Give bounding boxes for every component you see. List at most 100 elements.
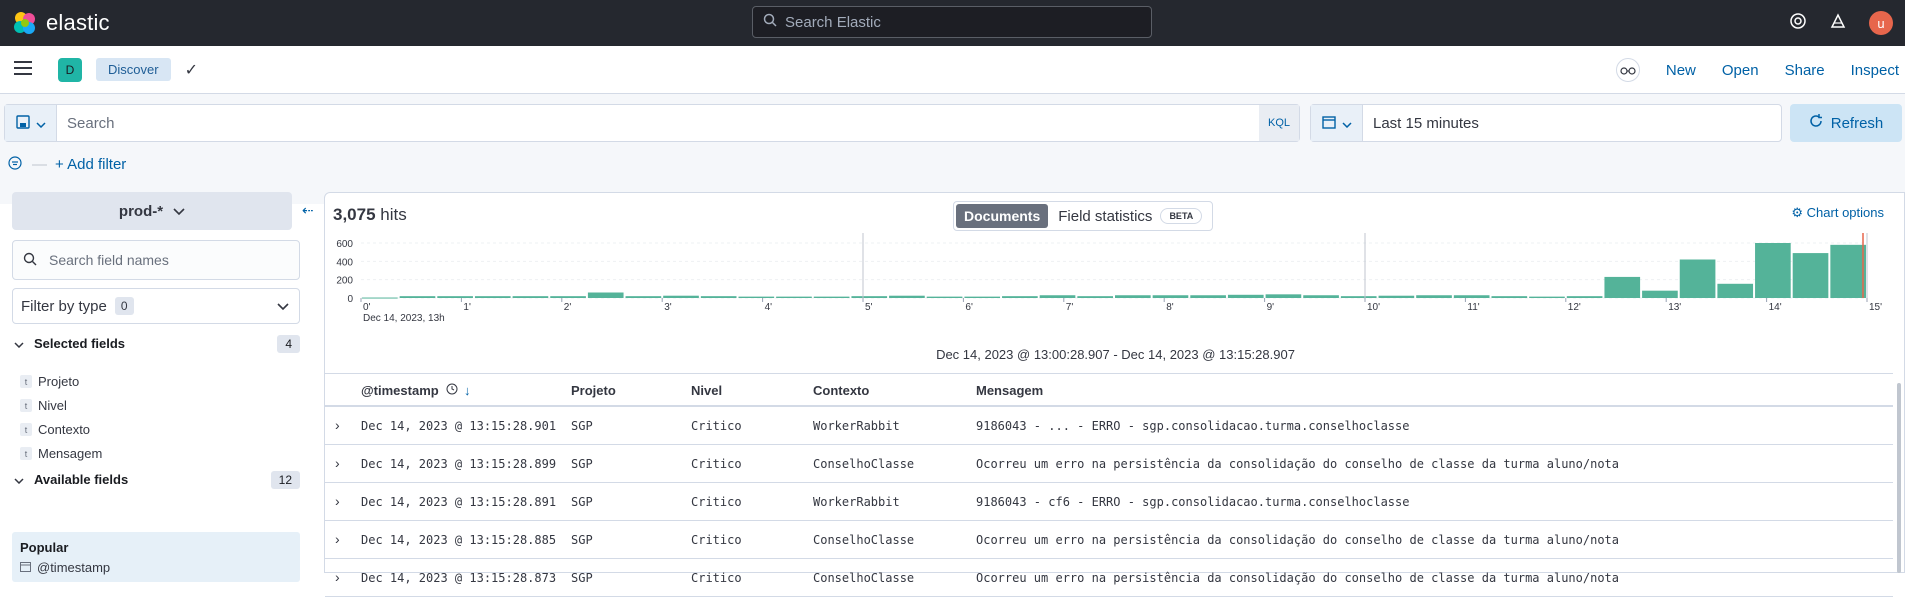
field-search-placeholder: Search field names: [49, 252, 169, 268]
available-fields-count: 12: [270, 470, 300, 489]
calendar-icon: [1321, 115, 1336, 132]
expand-row-icon[interactable]: ›: [335, 531, 340, 547]
column-header-timestamp[interactable]: @timestamp ↓: [361, 383, 470, 398]
save-icon: [15, 114, 30, 132]
cell-mensagem: Ocorreu um erro na persistência da conso…: [976, 533, 1619, 547]
time-range-label[interactable]: Last 15 minutes: [1363, 115, 1479, 132]
refresh-button[interactable]: Refresh: [1790, 104, 1902, 142]
selected-fields-label: Selected fields: [34, 336, 126, 351]
table-row[interactable]: › Dec 14, 2023 @ 13:15:28.901 SGP Critic…: [325, 407, 1893, 445]
field-search-input[interactable]: Search field names: [12, 240, 300, 280]
chevron-down-icon: [35, 115, 46, 131]
query-bar: Search KQL Last 15 minutes Refresh — + A…: [0, 94, 1905, 204]
inspect-link[interactable]: Inspect: [1851, 62, 1899, 79]
x-tick-label: 15': [1869, 302, 1882, 313]
index-pattern-selector[interactable]: prod-*: [12, 192, 292, 230]
x-tick-label: 3': [664, 302, 672, 313]
expand-row-icon[interactable]: ›: [335, 569, 340, 585]
expand-row-icon[interactable]: ›: [335, 417, 340, 433]
histogram-bar: [926, 296, 963, 298]
cell-contexto: ConselhoClasse: [813, 533, 915, 547]
cell-projeto: SGP: [571, 571, 593, 585]
x-tick-label: 8': [1166, 302, 1174, 313]
global-search-input[interactable]: Search Elastic: [752, 6, 1152, 38]
glasses-icon[interactable]: [1615, 58, 1640, 82]
open-link[interactable]: Open: [1722, 62, 1759, 79]
cell-nivel: Critico: [691, 533, 742, 547]
chart-options-button[interactable]: ⚙ Chart options: [1791, 205, 1884, 221]
divider: —: [32, 156, 47, 173]
help-icon[interactable]: [1789, 12, 1807, 35]
histogram-bar: [1604, 276, 1641, 298]
user-avatar[interactable]: u: [1869, 11, 1893, 35]
table-row[interactable]: › Dec 14, 2023 @ 13:15:28.891 SGP Critic…: [325, 483, 1893, 521]
hits-counter: 3,075 hits: [333, 205, 407, 225]
histogram-bar: [1453, 295, 1490, 298]
cell-nivel: Critico: [691, 571, 742, 585]
x-tick-label: 12': [1568, 302, 1581, 313]
cell-nivel: Critico: [691, 457, 742, 471]
kql-toggle[interactable]: KQL: [1259, 105, 1299, 141]
news-feed-icon[interactable]: [1829, 12, 1847, 35]
hamburger-menu-icon[interactable]: [14, 58, 32, 81]
histogram-bar: [1679, 259, 1716, 298]
field-item-mensagem[interactable]: t Mensagem: [20, 446, 102, 461]
global-search-placeholder: Search Elastic: [785, 13, 881, 31]
chart-date-range: Dec 14, 2023 @ 13:00:28.907 - Dec 14, 20…: [936, 347, 1295, 362]
gear-icon: ⚙: [1791, 205, 1804, 220]
global-header: elastic Search Elastic u: [0, 0, 1905, 46]
y-tick-label: 400: [336, 257, 353, 268]
saved-query-button[interactable]: [5, 105, 57, 141]
table-row[interactable]: › Dec 14, 2023 @ 13:15:28.873 SGP Critic…: [325, 559, 1893, 597]
field-item-projeto[interactable]: t Projeto: [20, 374, 79, 389]
field-item-contexto[interactable]: t Contexto: [20, 422, 90, 437]
documents-table: @timestamp ↓ Projeto Nivel Contexto Mens…: [325, 373, 1893, 597]
table-row[interactable]: › Dec 14, 2023 @ 13:15:28.899 SGP Critic…: [325, 445, 1893, 483]
date-picker[interactable]: Last 15 minutes: [1310, 104, 1782, 142]
x-tick-label: 13': [1668, 302, 1681, 313]
column-header-nivel[interactable]: Nivel: [691, 383, 722, 398]
elastic-logo[interactable]: elastic: [12, 10, 110, 36]
filter-icon[interactable]: [8, 156, 22, 173]
chevron-down-icon: [277, 298, 289, 315]
quick-menu-button[interactable]: [1311, 105, 1363, 141]
histogram-bar: [700, 296, 737, 298]
column-header-mensagem[interactable]: Mensagem: [976, 383, 1043, 398]
collapse-sidebar-icon[interactable]: ⇠: [302, 202, 314, 219]
cell-contexto: WorkerRabbit: [813, 419, 900, 433]
histogram-chart[interactable]: 600 400 200 0 0' 1' 2' 3' 4' 5' 6' 7' 8' 9' 10' 11' 12' 1…: [325, 233, 1905, 343]
chevron-down-icon: [1341, 115, 1352, 131]
histogram-bar: [1642, 290, 1678, 298]
table-row[interactable]: › Dec 14, 2023 @ 13:15:28.885 SGP Critic…: [325, 521, 1893, 559]
histogram-bar: [1792, 253, 1829, 298]
tab-field-statistics[interactable]: Field statistics BETA: [1048, 208, 1210, 225]
x-tick-label: 9': [1267, 302, 1275, 313]
available-fields-header[interactable]: Available fields 12: [14, 470, 300, 489]
tab-documents[interactable]: Documents: [956, 204, 1049, 228]
histogram-bar: [889, 295, 925, 298]
cell-timestamp: Dec 14, 2023 @ 13:15:28.899: [361, 457, 557, 471]
histogram-bar: [1416, 295, 1452, 298]
x-tick-label: 14': [1769, 302, 1782, 313]
filter-by-type-button[interactable]: Filter by type 0: [12, 288, 300, 324]
column-header-projeto[interactable]: Projeto: [571, 383, 616, 398]
share-link[interactable]: Share: [1785, 62, 1825, 79]
selected-fields-header[interactable]: Selected fields 4: [14, 334, 300, 353]
histogram-bar: [776, 296, 812, 298]
x-axis-sublabel: Dec 14, 2023, 13h: [363, 313, 445, 324]
space-avatar[interactable]: D: [58, 57, 82, 82]
sort-descending-icon[interactable]: ↓: [464, 383, 471, 398]
query-input[interactable]: Search: [57, 115, 1259, 132]
new-link[interactable]: New: [1666, 62, 1696, 79]
table-scrollbar[interactable]: [1894, 383, 1904, 573]
cell-contexto: WorkerRabbit: [813, 495, 900, 509]
field-item-nivel[interactable]: t Nivel: [20, 398, 67, 413]
histogram-bar: [1378, 295, 1415, 298]
add-filter-button[interactable]: + Add filter: [55, 156, 126, 173]
column-header-contexto[interactable]: Contexto: [813, 383, 869, 398]
breadcrumb-discover[interactable]: Discover: [96, 58, 171, 81]
expand-row-icon[interactable]: ›: [335, 493, 340, 509]
field-name: Contexto: [38, 422, 91, 437]
expand-row-icon[interactable]: ›: [335, 455, 340, 471]
cell-mensagem: Ocorreu um erro na persistência da conso…: [976, 571, 1619, 585]
